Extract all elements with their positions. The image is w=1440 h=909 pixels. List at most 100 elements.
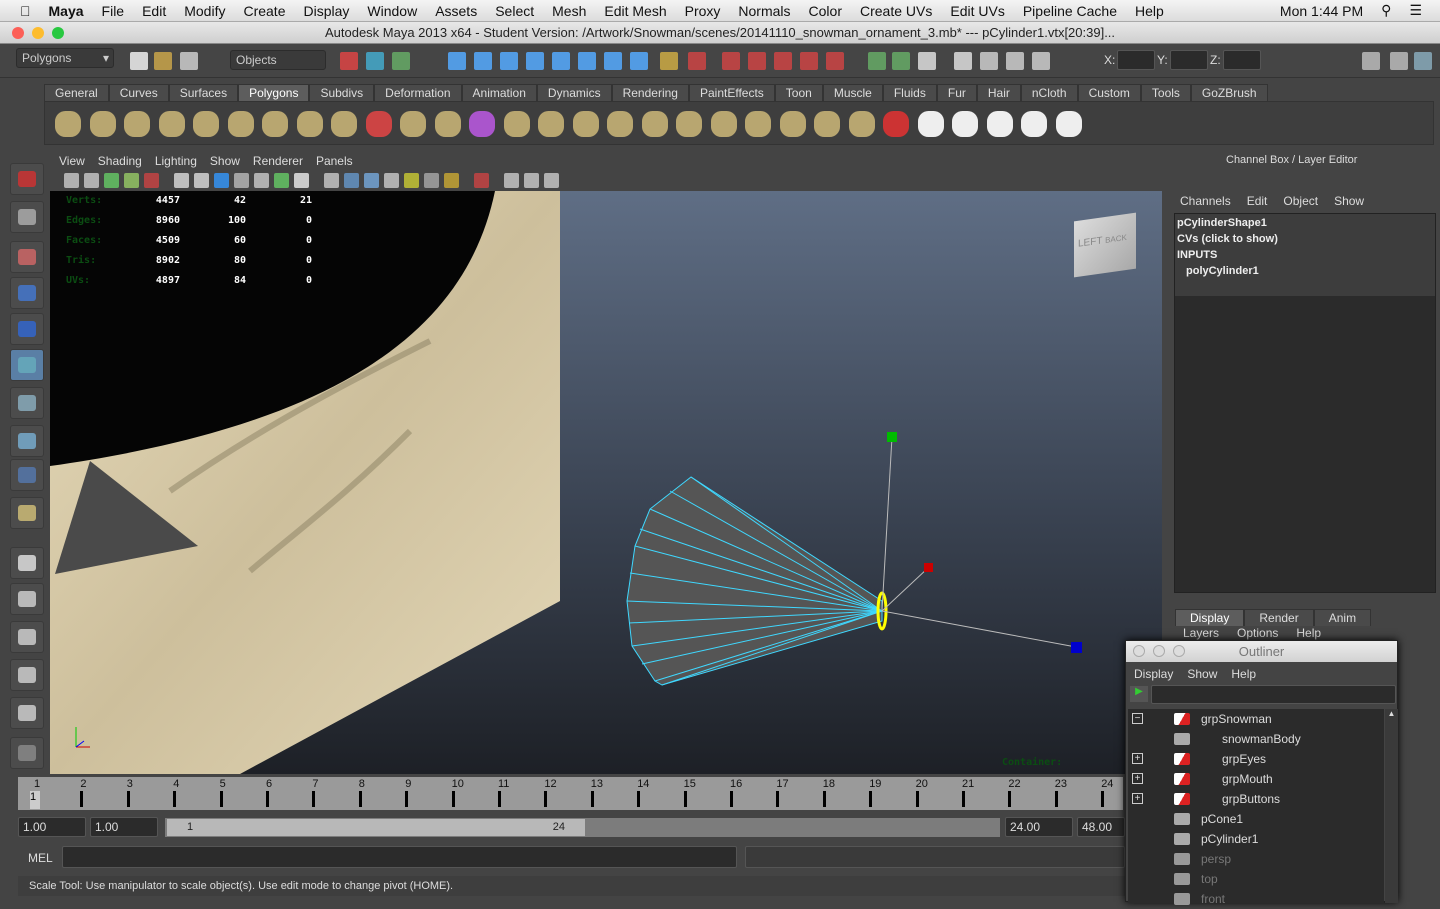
manip-x-handle[interactable] bbox=[924, 563, 933, 572]
status-tool-icon[interactable] bbox=[474, 52, 492, 70]
channel-menu-channels[interactable]: Channels bbox=[1180, 194, 1231, 208]
shelf-polygon-tool-icon[interactable] bbox=[89, 111, 116, 137]
outliner-item-persp[interactable]: persp bbox=[1128, 849, 1388, 869]
channel-box-entry[interactable]: pCylinderShape1 bbox=[1177, 217, 1267, 229]
shelf-polygon-tool-icon[interactable] bbox=[745, 111, 771, 137]
range-slider-handle[interactable]: 1 24 bbox=[167, 819, 585, 836]
menu-edit-uvs[interactable]: Edit UVs bbox=[950, 3, 1004, 19]
status-tool-icon[interactable] bbox=[526, 52, 544, 70]
outliner-item-front[interactable]: front bbox=[1128, 889, 1388, 909]
shelf-tab-dynamics[interactable]: Dynamics bbox=[536, 84, 612, 101]
status-tool-icon[interactable] bbox=[604, 52, 622, 70]
shelf-polygon-tool-icon[interactable] bbox=[227, 111, 254, 137]
shelf-polygon-tool-icon[interactable] bbox=[641, 111, 668, 137]
viewport-toolbar-icon[interactable] bbox=[174, 173, 189, 188]
menu-edit-mesh[interactable]: Edit Mesh bbox=[604, 3, 666, 19]
shelf-polygon-tool-icon[interactable] bbox=[676, 111, 702, 137]
playback-end-field[interactable]: 24.00 bbox=[1005, 817, 1073, 837]
y-field[interactable] bbox=[1170, 50, 1208, 70]
shelf-polygon-tool-icon[interactable] bbox=[607, 111, 633, 137]
show-manip-icon[interactable] bbox=[10, 459, 44, 491]
menu-set-dropdown[interactable]: Polygons ▾ bbox=[16, 48, 114, 68]
shelf-polygon-tool-icon[interactable] bbox=[986, 111, 1013, 137]
shelf-polygon-tool-icon[interactable] bbox=[262, 111, 288, 137]
outliner-menu-help[interactable]: Help bbox=[1231, 667, 1256, 681]
manip-z-handle[interactable] bbox=[1071, 642, 1082, 653]
viewport-toolbar-icon[interactable] bbox=[254, 173, 269, 188]
menu-edit[interactable]: Edit bbox=[142, 3, 166, 19]
shelf-tab-toon[interactable]: Toon bbox=[774, 84, 823, 101]
viewport-menu-shading[interactable]: Shading bbox=[98, 154, 142, 168]
universal-manip-icon[interactable] bbox=[10, 387, 44, 419]
last-tool-icon[interactable] bbox=[10, 497, 44, 529]
status-tool-icon[interactable] bbox=[774, 52, 792, 70]
layer-tab-display[interactable]: Display bbox=[1175, 609, 1245, 626]
four-view-layout-icon[interactable] bbox=[10, 583, 44, 615]
shelf-tab-general[interactable]: General bbox=[44, 84, 109, 101]
shelf-tab-subdivs[interactable]: Subdivs bbox=[309, 84, 375, 101]
viewport-toolbar-icon[interactable] bbox=[294, 173, 309, 188]
outliner-zoom-button[interactable] bbox=[1173, 645, 1185, 657]
viewport-menu-show[interactable]: Show bbox=[210, 154, 240, 168]
channel-box-entry[interactable]: polyCylinder1 bbox=[1186, 265, 1259, 277]
status-tool-icon[interactable] bbox=[578, 52, 596, 70]
shelf-polygon-tool-icon[interactable] bbox=[331, 111, 357, 137]
menu-help[interactable]: Help bbox=[1135, 3, 1164, 19]
shelf-polygon-tool-icon[interactable] bbox=[124, 111, 150, 137]
viewport-toolbar-icon[interactable] bbox=[84, 173, 99, 188]
status-tool-icon[interactable] bbox=[1362, 52, 1380, 70]
outliner-item-grpmouth[interactable]: + grpMouth bbox=[1128, 769, 1388, 789]
shelf-polygon-tool-icon[interactable] bbox=[952, 111, 978, 137]
rotate-tool-icon[interactable] bbox=[10, 313, 44, 345]
shelf-tab-surfaces[interactable]: Surfaces bbox=[168, 84, 239, 101]
status-tool-icon[interactable] bbox=[748, 52, 766, 70]
status-tool-icon[interactable] bbox=[366, 52, 384, 70]
outliner-item-pcylinder1[interactable]: pCylinder1 bbox=[1128, 829, 1388, 849]
status-tool-icon[interactable] bbox=[154, 52, 172, 70]
outliner-menu-show[interactable]: Show bbox=[1187, 667, 1217, 681]
channel-box-entry[interactable]: INPUTS bbox=[1177, 249, 1217, 261]
shelf-polygon-tool-icon[interactable] bbox=[814, 111, 840, 137]
channel-menu-object[interactable]: Object bbox=[1283, 194, 1318, 208]
lasso-tool-icon[interactable] bbox=[10, 201, 44, 233]
shelf-tab-ncloth[interactable]: nCloth bbox=[1020, 84, 1078, 101]
viewport-toolbar-icon[interactable] bbox=[194, 173, 209, 188]
status-tool-icon[interactable] bbox=[722, 52, 740, 70]
expand-icon[interactable]: + bbox=[1132, 793, 1143, 804]
viewport-toolbar-icon[interactable] bbox=[64, 173, 79, 188]
shelf-polygon-tool-icon[interactable] bbox=[917, 111, 944, 137]
status-tool-icon[interactable] bbox=[1032, 52, 1050, 70]
status-tool-icon[interactable] bbox=[800, 52, 818, 70]
shelf-polygon-tool-icon[interactable] bbox=[572, 111, 599, 137]
spotlight-icon[interactable]: ⚲ bbox=[1381, 2, 1391, 19]
viewport-toolbar-icon[interactable] bbox=[144, 173, 159, 188]
shelf-polygon-tool-icon[interactable] bbox=[710, 111, 737, 137]
shelf-polygon-tool-icon[interactable] bbox=[469, 111, 495, 137]
outliner-item-grpeyes[interactable]: + grpEyes bbox=[1128, 749, 1388, 769]
viewport-menu-panels[interactable]: Panels bbox=[316, 154, 353, 168]
expand-icon[interactable]: + bbox=[1132, 753, 1143, 764]
viewport-persp[interactable]: Verts: 4457 42 21 Edges: 8960 100 0 Faces: 4509 60… bbox=[50, 191, 1162, 774]
shelf-polygon-tool-icon[interactable] bbox=[365, 111, 392, 137]
viewport-toolbar-icon[interactable] bbox=[234, 173, 249, 188]
viewport-menu-renderer[interactable]: Renderer bbox=[253, 154, 303, 168]
outliner-scrollbar[interactable]: ▲ bbox=[1385, 709, 1398, 903]
shelf-tab-tools[interactable]: Tools bbox=[1140, 84, 1191, 101]
shelf-tab-curves[interactable]: Curves bbox=[108, 84, 169, 101]
layer-menu-options[interactable]: Options bbox=[1237, 626, 1278, 640]
viewport-toolbar-icon[interactable] bbox=[544, 173, 559, 188]
shelf-polygon-tool-icon[interactable] bbox=[158, 111, 185, 137]
shelf-tab-rendering[interactable]: Rendering bbox=[611, 84, 689, 101]
status-tool-icon[interactable] bbox=[980, 52, 998, 70]
status-tool-icon[interactable] bbox=[826, 52, 844, 70]
shelf-polygon-tool-icon[interactable] bbox=[538, 111, 564, 137]
menu-display[interactable]: Display bbox=[303, 3, 349, 19]
outliner-minimize-button[interactable] bbox=[1153, 645, 1165, 657]
status-tool-icon[interactable] bbox=[500, 52, 518, 70]
menu-color[interactable]: Color bbox=[809, 3, 842, 19]
layer-menu-help[interactable]: Help bbox=[1296, 626, 1321, 640]
menu-create[interactable]: Create bbox=[243, 3, 285, 19]
shelf-polygon-tool-icon[interactable] bbox=[296, 111, 323, 137]
viewport-toolbar-icon[interactable] bbox=[524, 173, 539, 188]
menu-create-uvs[interactable]: Create UVs bbox=[860, 3, 932, 19]
